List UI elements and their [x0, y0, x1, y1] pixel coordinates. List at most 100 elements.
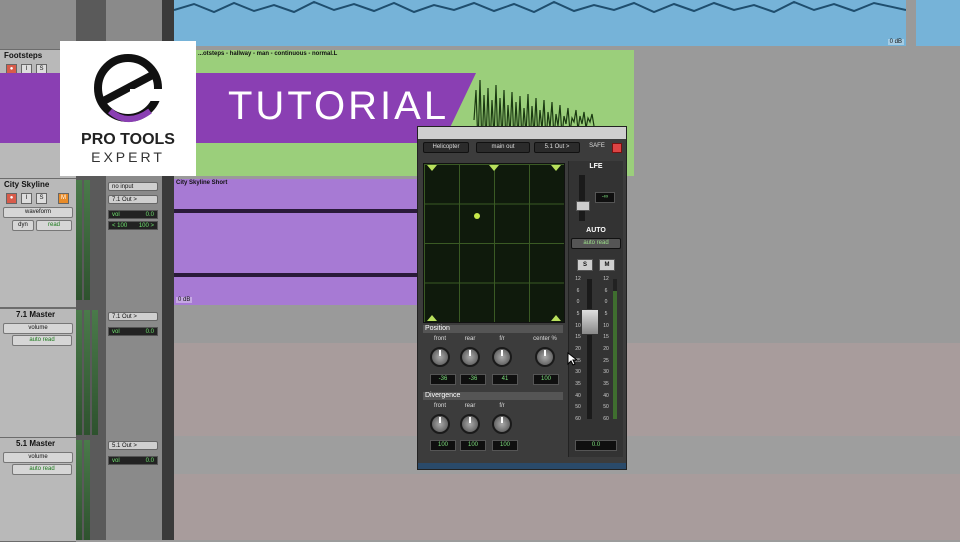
output-selector[interactable]: 7.1 Out > [108, 195, 158, 204]
pan-right: 100 > [138, 223, 154, 229]
scale-tick-label: 10 [603, 322, 609, 329]
track-name[interactable]: City Skyline [0, 179, 76, 189]
center-percent-value[interactable]: 100 [533, 374, 559, 385]
record-button[interactable]: ● [6, 193, 17, 204]
scale-tick-label: 12 [603, 276, 609, 282]
input-selector[interactable]: no input [108, 182, 158, 191]
mute-button[interactable]: M [599, 259, 615, 271]
lfe-value[interactable]: -∞ [595, 192, 615, 203]
track-view-selector[interactable]: waveform [3, 207, 73, 218]
knob-label: rear [464, 403, 476, 409]
scale-tick-label: 40 [575, 392, 581, 399]
knob-label: rear [464, 336, 476, 342]
speaker-center-icon [489, 165, 499, 171]
scale-tick-label: 60 [603, 416, 609, 422]
clip-gain[interactable]: 0 dB [887, 39, 904, 45]
audio-clip-top[interactable]: 0 dB [174, 0, 906, 46]
track-header-7-1-master[interactable]: 7.1 Master volume auto read [0, 308, 76, 438]
speaker-front-right-icon [551, 165, 561, 171]
divergence-front-knob[interactable] [430, 414, 450, 434]
volume-readout[interactable]: vol 0.0 [108, 456, 158, 465]
speaker-front-left-icon [427, 165, 437, 171]
pan-readout[interactable]: < 100 100 > [108, 221, 158, 230]
position-fr-value[interactable]: 41 [492, 374, 518, 385]
scale-tick-label: 15 [603, 334, 609, 341]
panner-grid[interactable] [423, 163, 565, 323]
position-front-knob[interactable] [430, 347, 450, 367]
logo-line2: EXPERT [91, 149, 165, 165]
format-selector[interactable]: 5.1 Out > [534, 142, 580, 153]
track-selector[interactable]: Helicopter [423, 142, 469, 153]
divergence-rear-knob[interactable] [460, 414, 480, 434]
volume-value: 0.0 [145, 329, 154, 335]
position-section-label: Position [423, 325, 563, 333]
safe-button[interactable] [612, 143, 622, 153]
plugin-title-bar[interactable] [418, 127, 626, 139]
position-front-value[interactable]: -36 [430, 374, 456, 385]
fader-value[interactable]: 0.0 [575, 440, 617, 451]
position-rear-knob[interactable] [460, 347, 480, 367]
solo-button[interactable]: S [577, 259, 593, 271]
input-monitor-button[interactable]: I [21, 193, 32, 204]
scale-tick-label: 6 [576, 287, 580, 294]
divergence-section-label: Divergence [423, 392, 563, 400]
speaker-rear-right-icon [551, 315, 561, 321]
level-meter [76, 180, 82, 300]
main-fader-handle[interactable] [581, 309, 599, 335]
level-meter [84, 310, 90, 435]
output-meter [613, 279, 617, 419]
scale-tick-label: 60 [575, 416, 581, 422]
automation-mode-selector[interactable]: auto read [12, 335, 72, 346]
solo-button[interactable]: S [36, 193, 47, 204]
clip-gain[interactable]: 0 dB [176, 297, 193, 303]
volume-label: vol [112, 329, 120, 335]
position-rear-value[interactable]: -36 [460, 374, 486, 385]
divergence-fr-knob[interactable] [492, 414, 512, 434]
lfe-fader-handle[interactable] [576, 201, 590, 211]
mute-button[interactable]: M [58, 193, 69, 204]
scale-tick-label: 6 [604, 287, 608, 294]
pan-position-dot[interactable] [474, 213, 480, 219]
audio-clip-city-skyline[interactable]: City Skyline Short 0 dB [174, 179, 418, 305]
automation-mode-selector[interactable]: read [36, 220, 72, 231]
pro-tools-expert-logo-icon [94, 54, 162, 122]
output-selector[interactable]: 5.1 Out > [108, 441, 158, 450]
automation-mode-selector[interactable]: auto read [12, 464, 72, 475]
center-percent-knob[interactable] [535, 347, 555, 367]
scale-tick-label: 5 [604, 311, 608, 317]
scale-tick-label: 30 [603, 369, 609, 376]
divergence-rear-value[interactable]: 100 [460, 440, 486, 451]
surround-panner-window[interactable]: Helicopter main out 5.1 Out > SAFE Posit… [417, 126, 627, 470]
scale-tick-label: 30 [575, 369, 581, 376]
scale-tick-label: 35 [575, 381, 581, 387]
volume-value: 0.0 [145, 458, 154, 464]
scale-tick-label: 35 [603, 381, 609, 387]
waveform-channel [174, 273, 418, 277]
knob-label: f/r [499, 403, 505, 409]
output-selector[interactable]: main out [476, 142, 530, 153]
speaker-rear-left-icon [427, 315, 437, 321]
divergence-fr-value[interactable]: 100 [492, 440, 518, 451]
divergence-front-value[interactable]: 100 [430, 440, 456, 451]
automation-mode-selector[interactable]: auto read [571, 238, 621, 249]
track-view-selector[interactable]: volume [3, 323, 73, 334]
waveform-channel [174, 209, 418, 213]
audio-clip-top-right[interactable] [916, 0, 960, 46]
scale-tick-label: 15 [575, 334, 581, 341]
track-name[interactable]: 5.1 Master [0, 438, 76, 448]
dyn-selector[interactable]: dyn [12, 220, 34, 231]
position-fr-knob[interactable] [492, 347, 512, 367]
track-header-5-1-master[interactable]: 5.1 Master volume auto read [0, 437, 76, 542]
track-name[interactable]: 7.1 Master [0, 309, 76, 319]
master-5-1-lane[interactable] [174, 474, 960, 540]
volume-readout[interactable]: vol 0.0 [108, 210, 158, 219]
output-selector[interactable]: 7.1 Out > [108, 312, 158, 321]
track-view-selector[interactable]: volume [3, 452, 73, 463]
auto-label: AUTO [586, 227, 606, 234]
volume-readout[interactable]: vol 0.0 [108, 327, 158, 336]
output-meter-fill [613, 291, 617, 419]
volume-label: vol [112, 458, 120, 464]
mouse-pointer-icon [567, 352, 577, 366]
track-header-city-skyline[interactable]: City Skyline ● I S M waveform dyn read [0, 178, 76, 308]
meter-scale: 12 6 0 5 10 15 20 25 30 35 40 50 60 [599, 276, 613, 422]
